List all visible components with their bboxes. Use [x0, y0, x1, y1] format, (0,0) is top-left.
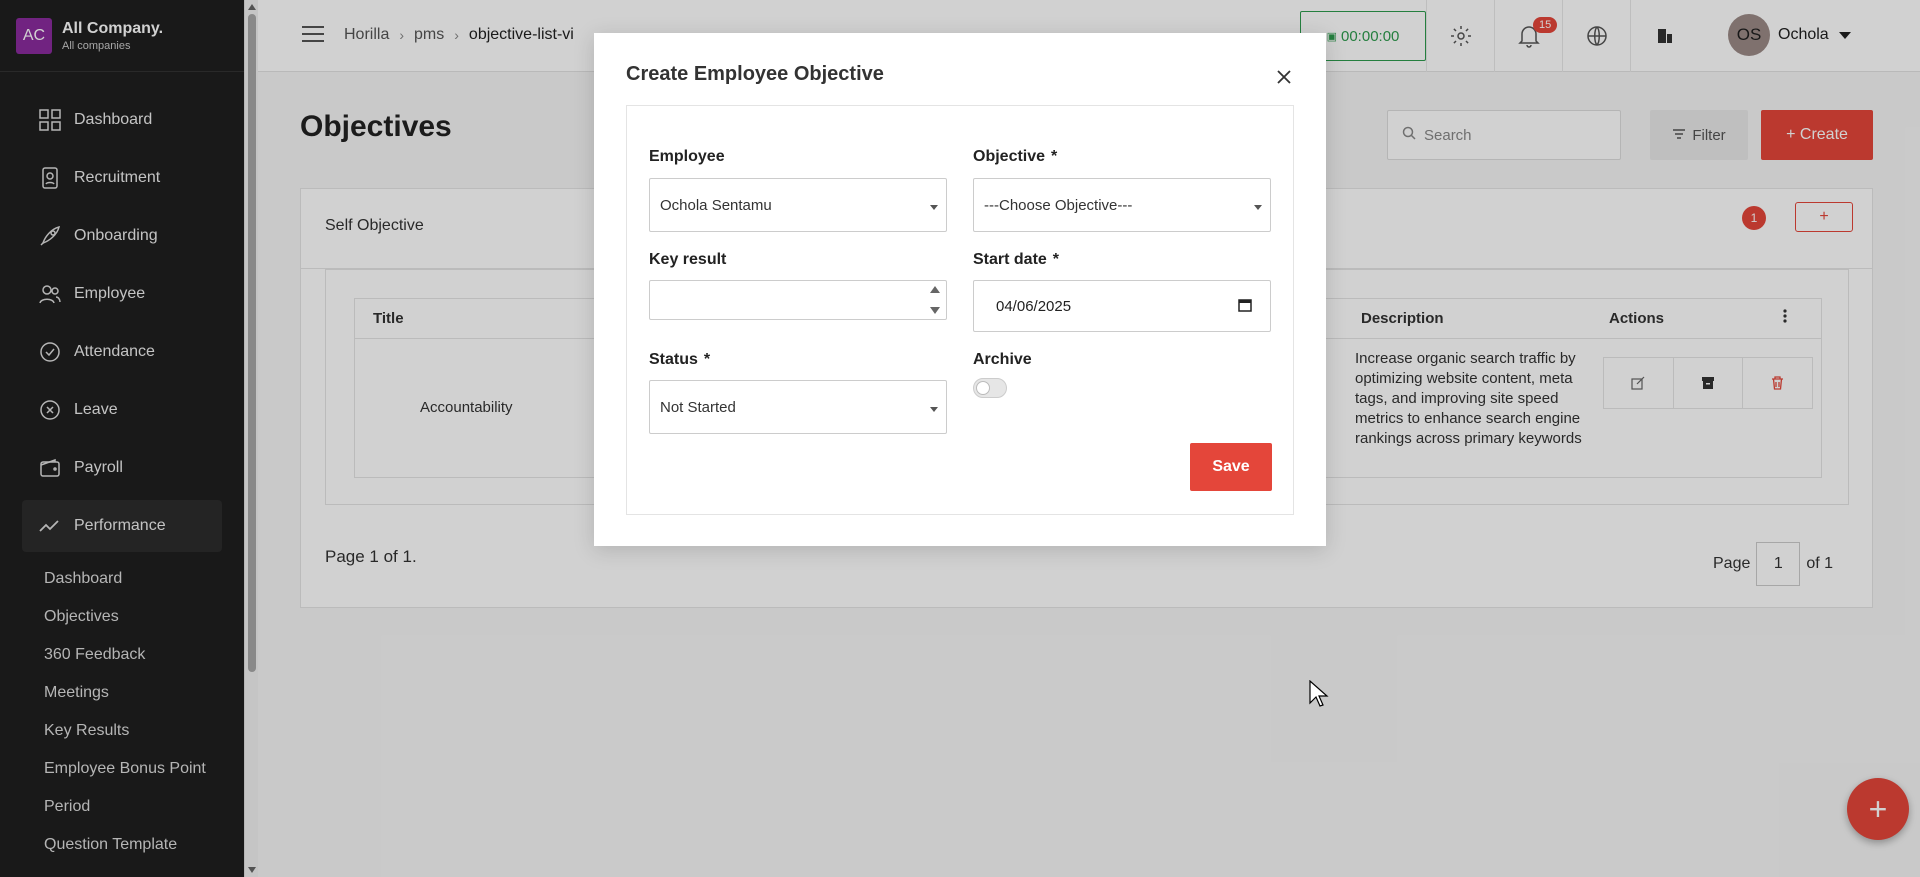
status-value: Not Started [660, 398, 736, 416]
status-select[interactable]: Not Started [649, 380, 947, 434]
objective-select[interactable]: ---Choose Objective--- [973, 178, 1271, 232]
dropdown-arrow-icon [930, 205, 938, 210]
start-date-value: 04/06/2025 [996, 297, 1072, 315]
dropdown-arrow-icon [930, 407, 938, 412]
dropdown-arrow-icon [1254, 205, 1262, 210]
mouse-cursor-icon [1309, 679, 1329, 713]
key-result-label: Key result [649, 251, 727, 268]
employee-value: Ochola Sentamu [660, 196, 772, 214]
start-date-input[interactable]: 04/06/2025 [973, 280, 1271, 332]
required-marker: * [703, 351, 711, 368]
close-button[interactable] [1274, 67, 1294, 87]
start-date-label: Start date * [973, 251, 1060, 268]
required-marker: * [1052, 251, 1060, 268]
employee-select[interactable]: Ochola Sentamu [649, 178, 947, 232]
calendar-icon[interactable] [1238, 298, 1252, 316]
toggle-knob [976, 381, 990, 395]
archive-toggle[interactable] [973, 378, 1007, 398]
save-button[interactable]: Save [1190, 443, 1272, 491]
objective-label: Objective * [973, 148, 1058, 165]
modal-title: Create Employee Objective [626, 63, 884, 85]
key-result-input[interactable] [649, 280, 947, 320]
required-marker: * [1051, 148, 1058, 165]
spin-up-icon[interactable] [930, 286, 940, 293]
status-label: Status * [649, 351, 711, 368]
close-icon [1277, 70, 1291, 84]
spin-down-icon[interactable] [930, 307, 940, 314]
objective-value: ---Choose Objective--- [984, 196, 1133, 214]
employee-label: Employee [649, 148, 725, 165]
archive-label: Archive [973, 351, 1032, 368]
